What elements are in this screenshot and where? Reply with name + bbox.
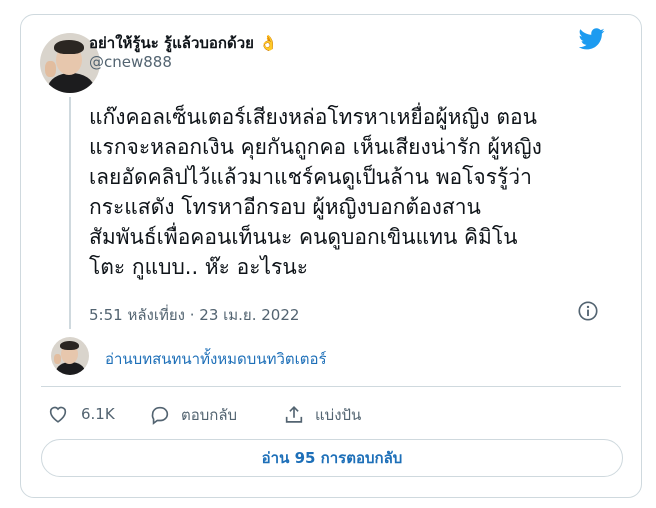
read-replies-button[interactable]: อ่าน 95 การตอบกลับ: [41, 439, 623, 477]
tweet-line: แรกจะหลอกเงิน คุยกันถูกคอ เห็นเสียงน่ารั…: [89, 135, 542, 159]
divider: [41, 386, 621, 387]
display-name[interactable]: อย่าให้รู้นะ รู้แล้วบอกด้วย 👌: [89, 31, 278, 55]
reply-label: ตอบกลับ: [181, 406, 238, 424]
reply-button[interactable]: ตอบกลับ: [149, 403, 237, 427]
share-icon: [285, 406, 303, 423]
thread-line: [69, 97, 71, 329]
twitter-bird-icon[interactable]: [579, 28, 605, 50]
conversation-avatar[interactable]: [51, 337, 89, 375]
tweet-line: โตะ กูแบบ.. ห๊ะ อะไรนะ: [89, 255, 308, 279]
tweet-timestamp[interactable]: 5:51 หลังเที่ยง · 23 เม.ย. 2022: [89, 303, 299, 327]
tweet-line: เลยอัดคลิปไว้แล้วมาแชร์คนดูเป็นล้าน พอโจ…: [89, 165, 532, 189]
ok-hand-emoji: 👌: [259, 34, 278, 52]
like-button[interactable]: 6.1K: [47, 403, 115, 425]
tweet-card: อย่าให้รู้นะ รู้แล้วบอกด้วย 👌 @cnew888 แ…: [20, 14, 642, 498]
like-count: 6.1K: [81, 405, 115, 423]
share-button[interactable]: แบ่งปัน: [283, 403, 361, 427]
author-handle[interactable]: @cnew888: [89, 53, 172, 71]
tweet-line: แก๊งคอลเซ็นเตอร์เสียงหล่อโทรหาเหยื่อผู้ห…: [89, 105, 537, 129]
reply-bubble-icon: [151, 406, 169, 425]
info-icon[interactable]: [577, 300, 599, 322]
share-label: แบ่งปัน: [315, 406, 362, 424]
tweet-text: แก๊งคอลเซ็นเตอร์เสียงหล่อโทรหาเหยื่อผู้ห…: [89, 102, 609, 282]
display-name-text: อย่าให้รู้นะ รู้แล้วบอกด้วย: [89, 34, 254, 52]
tweet-line: สัมพันธ์เพื่อคอนเท็นนะ คนดูบอกเขินแทน คิ…: [89, 225, 518, 249]
tweet-line: กระแสดัง โทรหาอีกรอบ ผู้หญิงบอกต้องสาน: [89, 195, 481, 219]
heart-icon: [49, 406, 67, 423]
read-conversation-link[interactable]: อ่านบทสนทนาทั้งหมดบนทวิตเตอร์: [105, 347, 327, 371]
